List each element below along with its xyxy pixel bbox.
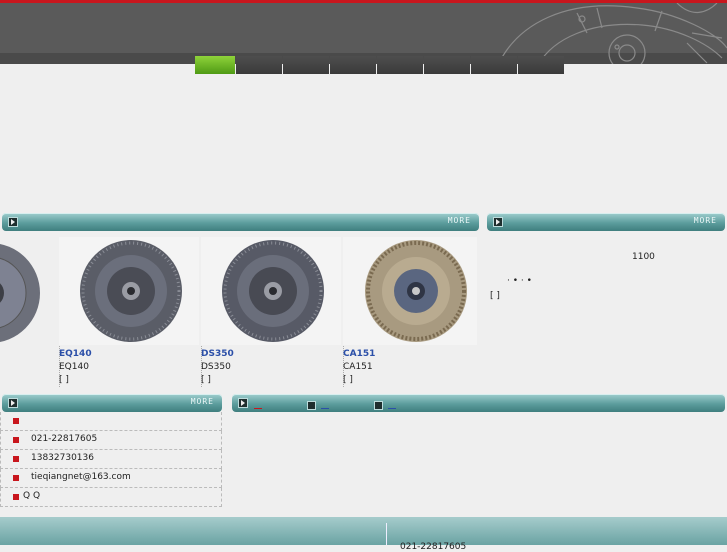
contact-panel-bar: MORE xyxy=(2,394,222,412)
site-footer: 021-22817605 xyxy=(0,517,727,552)
about-more-detail-link[interactable]: [ ] xyxy=(490,291,500,301)
contact-row: 13832730136 xyxy=(0,450,222,469)
nav-tab-6[interactable] xyxy=(424,56,470,74)
contact-phone: 021-22817605 xyxy=(31,434,98,444)
clutch-sketch-decoration xyxy=(497,3,727,64)
arrow-bullet-icon xyxy=(493,217,503,227)
contact-row xyxy=(0,412,222,431)
news-panel-bar xyxy=(232,394,725,412)
site-header xyxy=(0,0,727,64)
product-code-link[interactable]: DS350 xyxy=(201,349,234,359)
arrow-bullet-icon xyxy=(238,398,248,408)
footer-divider xyxy=(386,523,387,545)
nav-tab-8[interactable] xyxy=(518,56,564,74)
product-name: CA151 xyxy=(343,362,373,372)
product-code-link[interactable]: CA151 xyxy=(343,349,375,359)
nav-tab-5[interactable] xyxy=(377,56,423,74)
news-tab-3-icon[interactable] xyxy=(374,401,383,410)
about-number: 1100 xyxy=(632,252,655,262)
nav-tab-2[interactable] xyxy=(236,56,282,74)
contact-row: Q Q xyxy=(0,488,222,507)
contact-list: 021-22817605 13832730136 tieqiangnet@163… xyxy=(0,412,222,507)
about-panel-bar: MORE xyxy=(487,213,725,231)
news-tab-2-underline xyxy=(321,408,329,409)
red-bullet-icon xyxy=(13,456,19,462)
clutch-disc-image[interactable] xyxy=(0,241,40,345)
about-dots: · • · • xyxy=(507,276,532,286)
product-detail-link[interactable]: [ ] xyxy=(201,375,211,385)
products-panel-bar: MORE xyxy=(2,213,479,231)
arrow-bullet-icon xyxy=(8,217,18,227)
product-carousel: EQ140 EQ140 [ ] DS350 DS350 [ ] CA151 CA… xyxy=(0,237,477,387)
product-detail-link[interactable]: [ ] xyxy=(343,375,353,385)
contact-qq: Q Q xyxy=(23,491,41,501)
product-image[interactable] xyxy=(201,237,341,345)
main-nav xyxy=(195,56,565,74)
product-name: EQ140 xyxy=(59,362,89,372)
product-card: CA151 CA151 [ ] xyxy=(343,237,477,385)
product-card: EQ140 EQ140 [ ] xyxy=(59,237,199,385)
product-card: DS350 DS350 [ ] xyxy=(201,237,341,385)
arrow-bullet-icon xyxy=(8,398,18,408)
product-image[interactable] xyxy=(59,237,199,345)
red-bullet-icon xyxy=(13,475,19,481)
product-image[interactable] xyxy=(343,237,477,345)
nav-tab-4[interactable] xyxy=(330,56,376,74)
product-detail-link[interactable]: [ ] xyxy=(59,375,69,385)
about-more-link[interactable]: MORE xyxy=(694,216,717,225)
red-bullet-icon xyxy=(13,494,19,500)
product-name: DS350 xyxy=(201,362,231,372)
news-tab-1-underline xyxy=(254,408,262,409)
products-more-link[interactable]: MORE xyxy=(448,216,471,225)
nav-tab-home[interactable] xyxy=(195,56,235,74)
nav-tab-7[interactable] xyxy=(471,56,517,74)
contact-row: tieqiangnet@163.com xyxy=(0,469,222,488)
red-bullet-icon xyxy=(13,418,19,424)
nav-tab-3[interactable] xyxy=(283,56,329,74)
contact-row: 021-22817605 xyxy=(0,431,222,450)
contact-more-link[interactable]: MORE xyxy=(191,397,214,406)
news-tab-3-underline xyxy=(388,408,396,409)
red-bullet-icon xyxy=(13,437,19,443)
contact-email[interactable]: tieqiangnet@163.com xyxy=(31,472,131,482)
product-code-link[interactable]: EQ140 xyxy=(59,349,92,359)
news-tab-2-icon[interactable] xyxy=(307,401,316,410)
footer-phone: 021-22817605 xyxy=(400,542,467,552)
contact-mobile: 13832730136 xyxy=(31,453,94,463)
